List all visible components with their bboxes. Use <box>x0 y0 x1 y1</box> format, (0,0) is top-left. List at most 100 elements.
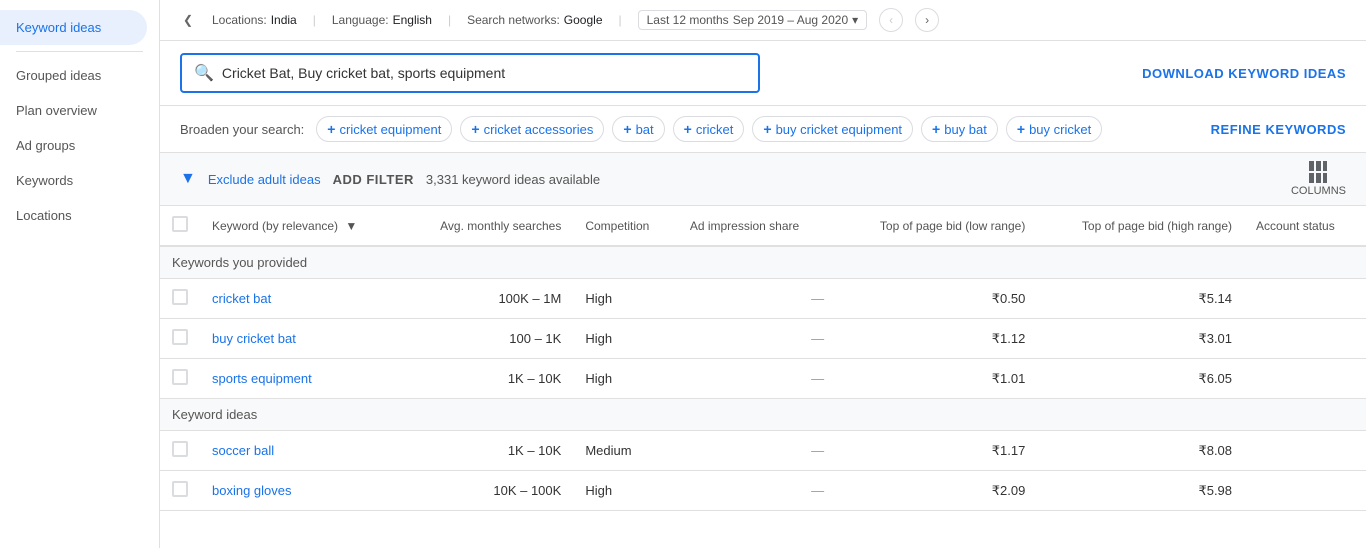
table-row: sports equipment1K – 10KHigh—₹1.01₹6.05 <box>160 359 1366 399</box>
account-status-cell <box>1244 319 1366 359</box>
sidebar-item-ad-groups[interactable]: Ad groups <box>0 128 147 163</box>
chip-bat[interactable]: +bat <box>612 116 664 142</box>
main-content: ❮ Locations: India | Language: English |… <box>160 0 1366 548</box>
chip-cricket-accessories[interactable]: +cricket accessories <box>460 116 604 142</box>
avg-monthly-cell: 1K – 10K <box>401 431 573 471</box>
keyword-link[interactable]: boxing gloves <box>212 483 292 498</box>
keyword-link[interactable]: buy cricket bat <box>212 331 296 346</box>
exclude-adult-ideas-button[interactable]: Exclude adult ideas <box>208 172 321 187</box>
columns-label: COLUMNS <box>1291 185 1346 197</box>
ad-impression-cell: — <box>678 359 836 399</box>
filter-bar: ▼ Exclude adult ideas ADD FILTER 3,331 k… <box>160 153 1366 206</box>
col-header-top-bid-low[interactable]: Top of page bid (low range) <box>836 206 1037 246</box>
table-header-row: Keyword (by relevance) ▼ Avg. monthly se… <box>160 206 1366 246</box>
bid-high-cell: ₹5.98 <box>1037 471 1244 511</box>
nav-prev-icon[interactable]: ‹ <box>879 8 903 32</box>
chip-cricket[interactable]: +cricket <box>673 116 745 142</box>
top-bar: ❮ Locations: India | Language: English |… <box>160 0 1366 41</box>
competition-cell: High <box>573 319 678 359</box>
broaden-label: Broaden your search: <box>180 122 304 137</box>
keyword-link[interactable]: sports equipment <box>212 371 312 386</box>
chip-plus-icon: + <box>763 121 771 137</box>
sidebar-item-keywords[interactable]: Keywords <box>0 163 147 198</box>
bid-high-cell: ₹6.05 <box>1037 359 1244 399</box>
add-filter-button[interactable]: ADD FILTER <box>333 172 414 187</box>
sidebar-item-plan-overview[interactable]: Plan overview <box>0 93 147 128</box>
col-header-account-status: Account status <box>1244 206 1366 246</box>
search-networks-value: Google <box>564 13 603 27</box>
avg-monthly-cell: 10K – 100K <box>401 471 573 511</box>
bid-high-cell: ₹5.14 <box>1037 279 1244 319</box>
locations-section: Locations: India <box>212 13 297 27</box>
sidebar-item-keyword-ideas[interactable]: Keyword ideas <box>0 10 147 45</box>
chip-plus-icon: + <box>684 121 692 137</box>
ad-impression-cell: — <box>678 279 836 319</box>
bid-low-cell: ₹1.17 <box>836 431 1037 471</box>
account-status-cell <box>1244 431 1366 471</box>
search-box[interactable]: 🔍 Cricket Bat, Buy cricket bat, sports e… <box>180 53 760 93</box>
sidebar-item-grouped-ideas[interactable]: Grouped ideas <box>0 58 147 93</box>
download-keyword-ideas-button[interactable]: DOWNLOAD KEYWORD IDEAS <box>1142 66 1346 81</box>
search-networks-label: Search networks: <box>467 13 560 27</box>
language-section: Language: English <box>332 13 432 27</box>
bid-low-cell: ₹1.12 <box>836 319 1037 359</box>
competition-cell: Medium <box>573 431 678 471</box>
keyword-table-area: Keyword (by relevance) ▼ Avg. monthly se… <box>160 206 1366 548</box>
col-header-ad-impression[interactable]: Ad impression share <box>678 206 836 246</box>
bid-high-cell: ₹3.01 <box>1037 319 1244 359</box>
app-container: Keyword ideasGrouped ideasPlan overviewA… <box>0 0 1366 548</box>
sidebar-item-locations[interactable]: Locations <box>0 198 147 233</box>
keyword-link[interactable]: cricket bat <box>212 291 271 306</box>
col-header-avg-monthly[interactable]: Avg. monthly searches <box>401 206 573 246</box>
nav-next-icon[interactable]: › <box>915 8 939 32</box>
account-status-cell <box>1244 471 1366 511</box>
col-header-top-bid-high[interactable]: Top of page bid (high range) <box>1037 206 1244 246</box>
language-label: Language: <box>332 13 389 27</box>
col-header-keyword[interactable]: Keyword (by relevance) ▼ <box>200 206 401 246</box>
col-header-competition[interactable]: Competition <box>573 206 678 246</box>
keyword-count: 3,331 keyword ideas available <box>426 172 600 187</box>
filter-icon: ▼ <box>180 170 196 188</box>
select-all-checkbox[interactable] <box>160 206 200 246</box>
chip-buy-cricket-equipment[interactable]: +buy cricket equipment <box>752 116 913 142</box>
chip-plus-icon: + <box>1017 121 1025 137</box>
table-row: boxing gloves 10K – 100KHigh—₹2.09₹5.98 <box>160 471 1366 511</box>
competition-cell: High <box>573 359 678 399</box>
section-header-ideas: Keyword ideas <box>160 399 1366 431</box>
ad-impression-cell: — <box>678 471 836 511</box>
row-checkbox[interactable] <box>172 289 188 305</box>
sort-arrow-icon: ▼ <box>345 219 357 233</box>
table-row: soccer ball1K – 10KMedium—₹1.17₹8.08 <box>160 431 1366 471</box>
bid-low-cell: ₹2.09 <box>836 471 1037 511</box>
chip-buy-cricket[interactable]: +buy cricket <box>1006 116 1102 142</box>
locations-label: Locations: <box>212 13 267 27</box>
search-input-value[interactable]: Cricket Bat, Buy cricket bat, sports equ… <box>222 65 505 81</box>
row-checkbox[interactable] <box>172 329 188 345</box>
language-value: English <box>393 13 432 27</box>
search-networks-section: Search networks: Google <box>467 13 602 27</box>
columns-button[interactable]: COLUMNS <box>1291 161 1346 197</box>
avg-monthly-cell: 100 – 1K <box>401 319 573 359</box>
refine-keywords-button[interactable]: REFINE KEYWORDS <box>1211 122 1346 137</box>
locations-value: India <box>271 13 297 27</box>
avg-monthly-cell: 100K – 1M <box>401 279 573 319</box>
chip-cricket-equipment[interactable]: +cricket equipment <box>316 116 452 142</box>
collapse-icon[interactable]: ❮ <box>176 8 200 32</box>
chevron-down-icon: ▾ <box>852 13 858 27</box>
competition-cell: High <box>573 471 678 511</box>
date-label: Last 12 months <box>647 13 729 27</box>
chip-plus-icon: + <box>623 121 631 137</box>
chip-plus-icon: + <box>327 121 335 137</box>
table-row: buy cricket bat100 – 1KHigh—₹1.12₹3.01 <box>160 319 1366 359</box>
bid-low-cell: ₹0.50 <box>836 279 1037 319</box>
keyword-link[interactable]: soccer ball <box>212 443 274 458</box>
chip-buy-bat[interactable]: +buy bat <box>921 116 998 142</box>
sidebar: Keyword ideas Grouped ideasPlan overviewA… <box>0 0 160 548</box>
keyword-table: Keyword (by relevance) ▼ Avg. monthly se… <box>160 206 1366 511</box>
row-checkbox[interactable] <box>172 481 188 497</box>
account-status-cell <box>1244 279 1366 319</box>
row-checkbox[interactable] <box>172 441 188 457</box>
date-range-selector[interactable]: Last 12 months Sep 2019 – Aug 2020 ▾ <box>638 10 868 30</box>
row-checkbox[interactable] <box>172 369 188 385</box>
broaden-search-area: Broaden your search: +cricket equipment+… <box>160 106 1366 153</box>
